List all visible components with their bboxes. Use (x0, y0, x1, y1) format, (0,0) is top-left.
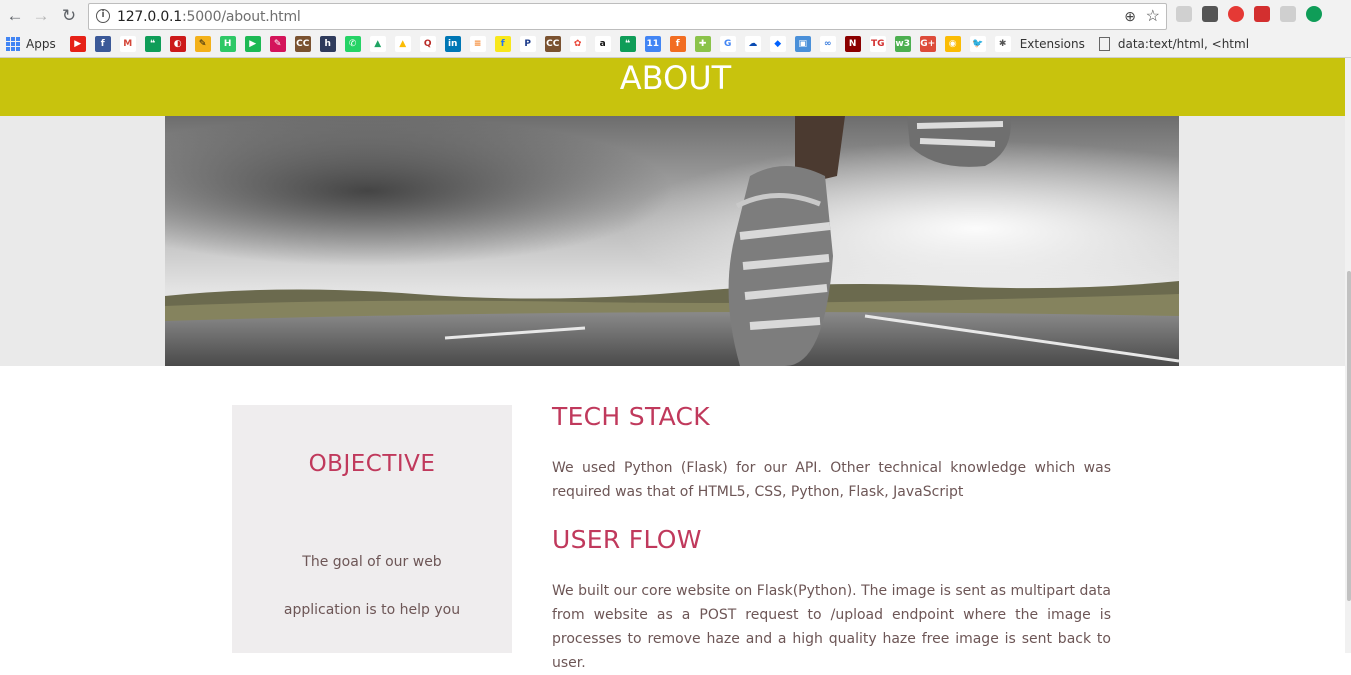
forward-arrow-icon[interactable]: → (30, 5, 52, 27)
play-icon[interactable]: ▶ (244, 36, 261, 52)
twitter-icon[interactable]: 🐦 (969, 36, 986, 52)
bookmark-apps[interactable]: Apps (26, 37, 56, 51)
pocket-icon[interactable] (1202, 6, 1218, 22)
zoom-icon[interactable]: ⊕ (1124, 8, 1136, 25)
bookmark-extensions[interactable]: Extensions (1020, 37, 1085, 51)
flipkart-icon[interactable]: f (494, 36, 511, 52)
bookmark-data-url[interactable]: data:text/html, <html (1118, 37, 1249, 51)
extension-toolbar (1176, 6, 1322, 26)
page-header: ABOUT (0, 58, 1351, 116)
netflix-icon[interactable]: N (844, 36, 861, 52)
whatsapp-icon[interactable]: ✆ (344, 36, 361, 52)
youtube-icon[interactable]: ▶ (69, 36, 86, 52)
dropbox-icon[interactable]: ◆ (769, 36, 786, 52)
address-bar[interactable]: i 127.0.0.1:5000/about.html ⊕ ☆ (88, 3, 1167, 30)
back-arrow-icon[interactable]: ← (4, 5, 26, 27)
google-icon[interactable]: G (719, 36, 736, 52)
gplus-icon[interactable]: G+ (919, 36, 936, 52)
keep-icon[interactable]: ◉ (944, 36, 961, 52)
url-host: 127.0.0.1 (117, 9, 182, 25)
hipchat-icon[interactable]: H (219, 36, 236, 52)
h-icon[interactable]: h (319, 36, 336, 52)
user-flow-heading: USER FLOW (552, 525, 702, 554)
linkedin-icon[interactable]: in (444, 36, 461, 52)
apps-grid-icon[interactable] (6, 37, 20, 51)
drive2-icon[interactable]: ▲ (394, 36, 411, 52)
pencil-icon[interactable]: ✎ (194, 36, 211, 52)
url-path: :5000/about.html (182, 9, 301, 25)
objective-text-line-1: The goal of our web (302, 554, 442, 570)
facebook-icon[interactable]: f (94, 36, 111, 52)
gmail-icon[interactable]: M (119, 36, 136, 52)
objective-title: OBJECTIVE (308, 451, 436, 477)
amazon-icon[interactable]: a (594, 36, 611, 52)
objective-card: OBJECTIVE The goal of our web applicatio… (232, 405, 512, 653)
stackoverflow-icon[interactable]: ≡ (469, 36, 486, 52)
extension-gray-icon[interactable] (1176, 6, 1192, 22)
reload-icon[interactable]: ↻ (58, 5, 80, 27)
scrollbar-thumb[interactable] (1347, 271, 1351, 601)
url-text[interactable]: 127.0.0.1:5000/about.html (117, 9, 301, 25)
upload-icon[interactable] (1306, 6, 1322, 22)
mercury-icon[interactable] (1280, 6, 1296, 22)
opera-red-icon[interactable]: ◐ (169, 36, 186, 52)
tg-icon[interactable]: TG (869, 36, 886, 52)
browser-chrome: ← → ↻ i 127.0.0.1:5000/about.html ⊕ ☆ Ap… (0, 0, 1351, 58)
photos2-icon[interactable]: ▣ (794, 36, 811, 52)
sheets-icon[interactable]: ✚ (694, 36, 711, 52)
photos-icon[interactable]: ✿ (569, 36, 586, 52)
user-flow-text: We built our core website on Flask(Pytho… (552, 583, 1111, 671)
onedrive-icon[interactable]: ☁ (744, 36, 761, 52)
document-icon (1098, 37, 1110, 51)
fiverr-icon[interactable]: f (669, 36, 686, 52)
drive-icon[interactable]: ▲ (369, 36, 386, 52)
link-icon[interactable]: ∞ (819, 36, 836, 52)
cc2-icon[interactable]: CC (544, 36, 561, 52)
lastpass-icon[interactable] (1254, 6, 1270, 22)
opera-icon[interactable] (1228, 6, 1244, 22)
page-scrollbar[interactable] (1345, 58, 1351, 653)
tech-stack-text: We used Python (Flask) for our API. Othe… (552, 460, 1111, 500)
quora-icon[interactable]: Q (419, 36, 436, 52)
tech-stack-heading: TECH STACK (552, 402, 710, 431)
bookmarks-bar: Apps ▶ f M ❝ ◐ ✎ H ▶ ✎ CC h ✆ ▲ ▲ Qin ≡ f P CC ✿ a ❝ 11 f ✚ G ☁ ◆ ▣ ∞… (0, 33, 1351, 55)
paytm-icon[interactable]: P (519, 36, 536, 52)
hero-section (0, 116, 1351, 366)
bookmark-pink-icon[interactable]: ✎ (269, 36, 286, 52)
hangouts2-icon[interactable]: ❝ (619, 36, 636, 52)
puzzle-icon[interactable]: ✱ (994, 36, 1011, 52)
page-title: ABOUT (619, 59, 732, 97)
star-icon[interactable]: ☆ (1146, 6, 1160, 26)
info-icon[interactable]: i (96, 9, 110, 23)
cc-icon[interactable]: CC (294, 36, 311, 52)
w3-icon[interactable]: w3 (894, 36, 911, 52)
objective-text-line-2: application is to help you (283, 602, 461, 618)
hangouts-icon[interactable]: ❝ (144, 36, 161, 52)
hero-running-image (165, 116, 1179, 366)
calendar-icon[interactable]: 11 (644, 36, 661, 52)
